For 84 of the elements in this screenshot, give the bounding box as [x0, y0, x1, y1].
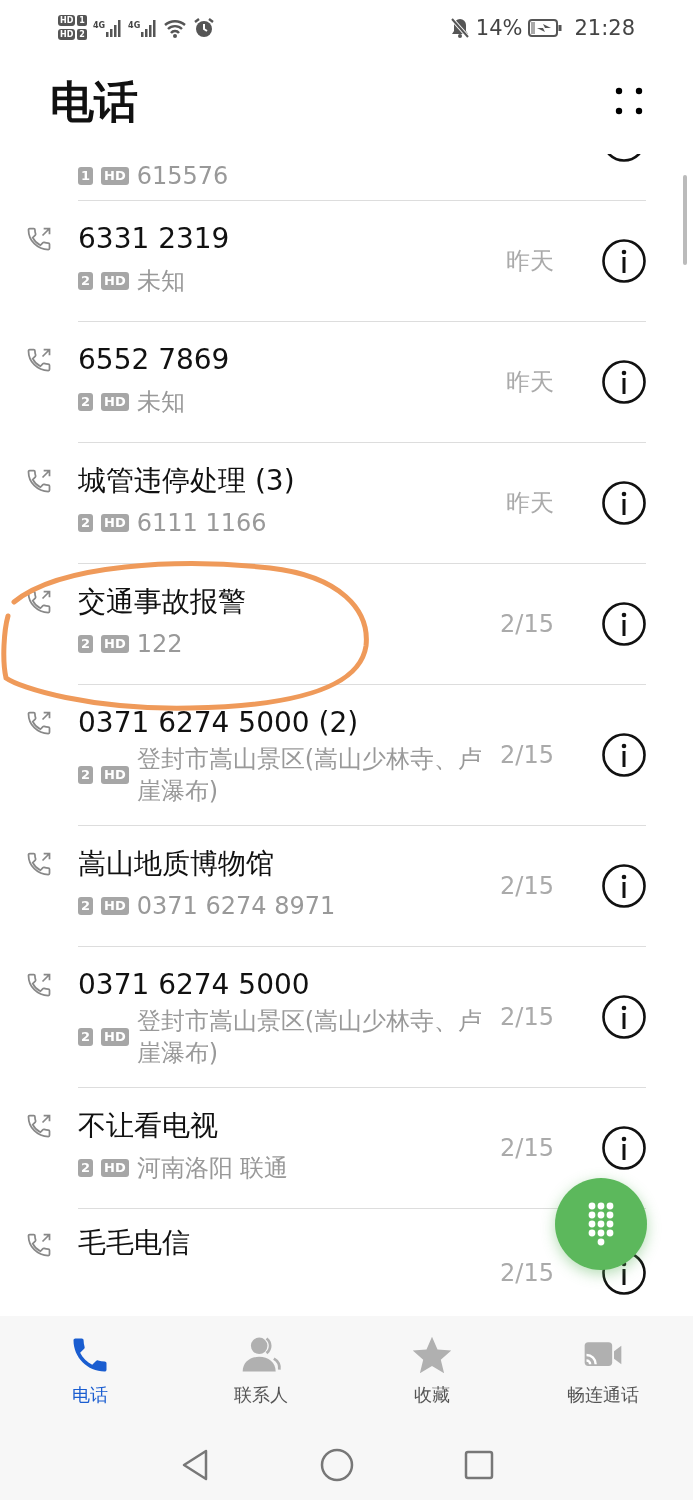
nav-tab[interactable]: 收藏: [346, 1310, 518, 1430]
sim-badge: 2: [78, 1159, 94, 1177]
sim-badge: 2: [78, 635, 94, 653]
hd-badge: HD: [101, 1028, 129, 1046]
sim-badge: 2: [78, 897, 94, 915]
outgoing-call-icon: [25, 467, 53, 495]
clock: 21:28: [574, 15, 635, 40]
outgoing-call-icon: [25, 709, 53, 737]
hd-badge: HD: [101, 766, 129, 784]
bell-off-icon: [449, 16, 470, 39]
call-time: 2/15: [500, 610, 554, 638]
home-button[interactable]: [319, 1448, 354, 1482]
alarm-icon: [193, 16, 216, 39]
hd-badge: HD: [101, 272, 129, 290]
call-detail: 登封市嵩山景区(嵩山少林寺、卢崖瀑布): [136, 1006, 484, 1069]
scrollbar[interactable]: [683, 175, 687, 265]
call-time: 昨天: [506, 246, 554, 277]
signal-icon: [106, 18, 123, 37]
sim-badge: 2: [78, 766, 94, 784]
battery-charging-icon: [528, 18, 563, 37]
call-time: 昨天: [506, 367, 554, 398]
sim-badge: 2: [78, 514, 94, 532]
sim-badge: 1: [78, 167, 94, 185]
outgoing-call-icon: [25, 225, 53, 253]
call-log-row[interactable]: 6331 2319 2 HD 未知 昨天: [0, 201, 693, 321]
call-log-row[interactable]: 0371 6274 5000 (2) 2 HD 登封市嵩山景区(嵩山少林寺、卢崖瀑布) 2/15: [0, 685, 693, 825]
call-log-row[interactable]: 城管违停处理 (3) 2 HD 6111 1166 昨天: [0, 443, 693, 563]
sim-badge: 1: [77, 15, 87, 26]
caller-name: 交通事故报警: [78, 584, 247, 620]
outgoing-call-icon: [25, 346, 53, 374]
wifi-icon: [163, 17, 188, 38]
caller-name: 不让看电视: [78, 1108, 219, 1144]
nav-tab[interactable]: 畅连通话: [517, 1310, 688, 1430]
hd-badge: HD: [58, 15, 76, 26]
hd-badge: HD: [101, 635, 129, 653]
network-label: 4G: [92, 20, 106, 30]
caller-name: 嵩山地质博物馆: [78, 846, 275, 882]
call-time: 2/15: [500, 1259, 554, 1287]
signal-icon: [141, 18, 158, 37]
outgoing-call-icon: [25, 850, 53, 878]
call-detail: 122: [136, 629, 183, 660]
call-detail: 未知: [136, 387, 185, 418]
call-detail: 河南洛阳 联通: [136, 1153, 289, 1184]
hd-badge: HD: [101, 514, 129, 532]
sim-badge: 2: [78, 393, 94, 411]
call-log-row[interactable]: 交通事故报警 2 HD 122 2/15: [0, 564, 693, 684]
call-detail: 未知: [136, 266, 185, 297]
call-log-row[interactable]: 不让看电视 2 HD 河南洛阳 联通 2/15: [0, 1088, 693, 1208]
hd-badge: HD: [101, 393, 129, 411]
hd-badge: HD: [101, 167, 129, 185]
call-log-row[interactable]: 0371 6274 5000 2 HD 登封市嵩山景区(嵩山少林寺、卢崖瀑布) 2/15: [0, 947, 693, 1087]
sim-badge: 2: [78, 272, 94, 290]
outgoing-call-icon: [25, 1231, 53, 1259]
call-time: 2/15: [500, 741, 554, 769]
hd-badge: HD: [101, 1159, 129, 1177]
battery-percent: 14%: [475, 15, 523, 40]
outgoing-call-icon: [25, 971, 53, 999]
nav-tab[interactable]: 电话: [5, 1310, 176, 1430]
hd-badge: HD: [58, 29, 76, 40]
nav-tab[interactable]: 联系人: [175, 1310, 347, 1430]
hd-badge: HD: [101, 897, 129, 915]
sim-badge: 2: [78, 1028, 94, 1046]
call-time: 2/15: [500, 872, 554, 900]
caller-name: 6552 7869: [78, 342, 231, 378]
sim-badge: 2: [77, 29, 87, 40]
call-time: 2/15: [500, 1003, 554, 1031]
page-title: 电话: [50, 75, 138, 129]
recents-button[interactable]: [463, 1450, 494, 1480]
caller-name: 6331 2319: [78, 221, 231, 257]
call-log-row[interactable]: 6552 7869 2 HD 未知 昨天: [0, 322, 693, 442]
outgoing-call-icon: [25, 1112, 53, 1140]
call-log-row[interactable]: 嵩山地质博物馆 2 HD 0371 6274 8971 2/15: [0, 826, 693, 946]
caller-name: 城管违停处理 (3): [78, 463, 296, 499]
network-label: 4G: [128, 20, 141, 30]
call-detail: 0371 6274 8971: [136, 891, 336, 922]
call-detail: 615576: [136, 161, 229, 192]
outgoing-call-icon: [25, 588, 53, 616]
caller-name: 毛毛电信: [78, 1225, 191, 1261]
call-detail: 6111 1166: [136, 508, 267, 539]
caller-name: 0371 6274 5000: [78, 967, 311, 1003]
call-time: 昨天: [506, 488, 554, 519]
call-detail: 登封市嵩山景区(嵩山少林寺、卢崖瀑布): [136, 744, 484, 807]
caller-name: 0371 6274 5000 (2): [78, 705, 360, 741]
call-time: 2/15: [500, 1134, 554, 1162]
